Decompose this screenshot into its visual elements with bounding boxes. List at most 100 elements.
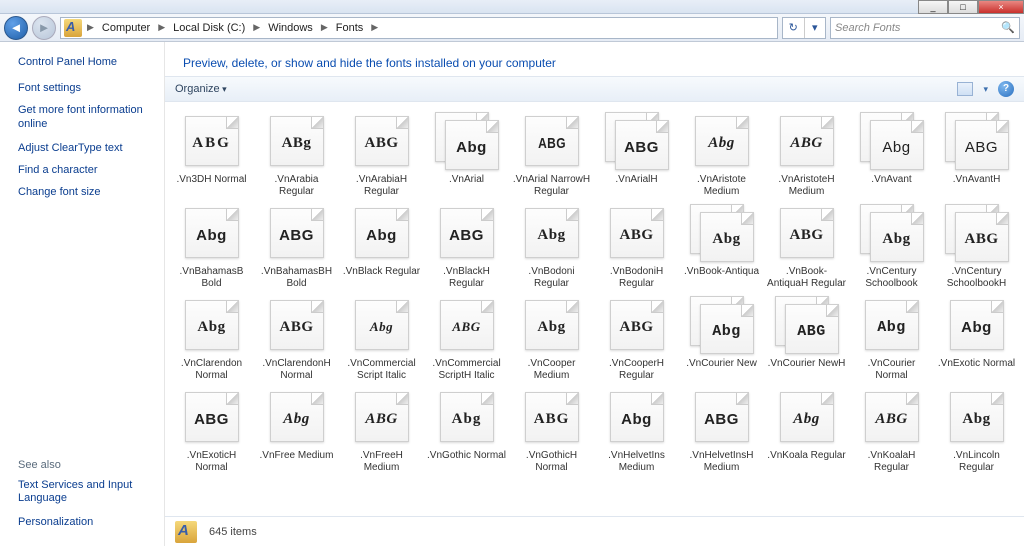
maximize-button[interactable]: □ bbox=[948, 0, 978, 14]
font-thumbnail: ABG bbox=[435, 296, 499, 354]
font-item[interactable]: ABG.VnCentury SchoolbookH bbox=[934, 204, 1019, 290]
breadcrumb-segment[interactable]: Local Disk (C:) bbox=[167, 18, 251, 38]
font-item[interactable]: Abg .VnCentury Schoolbook bbox=[849, 204, 934, 290]
font-name: .VnAristote Medium bbox=[679, 174, 764, 198]
breadcrumb-segment[interactable]: Computer bbox=[96, 18, 156, 38]
font-item[interactable]: ABG.VnBook-AntiquaH Regular bbox=[764, 204, 849, 290]
font-item[interactable]: ABG .VnBahamasBH Bold bbox=[254, 204, 339, 290]
font-item[interactable]: ABg.VnArabia Regular bbox=[254, 112, 339, 198]
font-thumbnail: Abg bbox=[435, 388, 499, 446]
font-item[interactable]: ABG.VnCourier NewH bbox=[764, 296, 849, 382]
refresh-button[interactable]: ↻ bbox=[783, 18, 805, 38]
font-name: .VnArial NarrowH Regular bbox=[509, 174, 594, 198]
font-item[interactable]: ABG.VnAristoteH Medium bbox=[764, 112, 849, 198]
font-thumbnail: Abg bbox=[690, 296, 754, 354]
font-item[interactable]: Abg.VnAristote Medium bbox=[679, 112, 764, 198]
font-item[interactable]: ABG.VnKoalaH Regular bbox=[849, 388, 934, 474]
font-item[interactable]: Abg.VnExotic Normal bbox=[934, 296, 1019, 382]
font-name: .VnCentury Schoolbook bbox=[849, 266, 934, 290]
font-item[interactable]: ABG.VnAvantH bbox=[934, 112, 1019, 198]
font-item[interactable]: ABG.VnArialH bbox=[594, 112, 679, 198]
font-name: .VnCourier Normal bbox=[849, 358, 934, 382]
view-dropdown-icon[interactable]: ▾ bbox=[983, 84, 988, 95]
font-item[interactable]: ABG.VnHelvetInsH Medium bbox=[679, 388, 764, 474]
minimize-button[interactable]: _ bbox=[918, 0, 948, 14]
font-item[interactable]: Abg .VnCommercial Script Italic bbox=[339, 296, 424, 382]
font-item[interactable]: Abg.VnKoala Regular bbox=[764, 388, 849, 474]
sidebar-link[interactable]: Change font size bbox=[18, 186, 154, 198]
font-name: .VnBahamasBH Bold bbox=[254, 266, 339, 290]
close-button[interactable]: × bbox=[978, 0, 1024, 14]
chevron-right-icon[interactable]: ▶ bbox=[369, 22, 380, 33]
font-item[interactable]: ABG.VnClarendonH Normal bbox=[254, 296, 339, 382]
see-also-link[interactable]: Text Services and Input Language bbox=[18, 479, 154, 507]
font-name: .VnFree Medium bbox=[254, 450, 339, 462]
forward-button[interactable]: ► bbox=[32, 16, 56, 40]
search-input[interactable]: Search Fonts 🔍 bbox=[830, 17, 1020, 39]
help-button[interactable]: ? bbox=[998, 81, 1014, 97]
chevron-right-icon[interactable]: ▶ bbox=[251, 22, 262, 33]
see-also-link[interactable]: Personalization bbox=[18, 516, 154, 528]
sidebar-link[interactable]: Get more font information online bbox=[18, 104, 154, 132]
font-item[interactable]: ABG.VnArial NarrowH Regular bbox=[509, 112, 594, 198]
toolbar: Organize ▾ ? bbox=[165, 76, 1024, 102]
font-thumbnail: Abg bbox=[350, 296, 414, 354]
font-thumbnail: ABG bbox=[265, 204, 329, 262]
page-heading: Preview, delete, or show and hide the fo… bbox=[165, 42, 1024, 76]
organize-menu[interactable]: Organize bbox=[175, 83, 227, 95]
chevron-right-icon[interactable]: ▶ bbox=[156, 22, 167, 33]
font-thumbnail: Abg bbox=[350, 204, 414, 262]
font-item[interactable]: Abg.VnBodoni Regular bbox=[509, 204, 594, 290]
sidebar: Control Panel Home Font settings Get more… bbox=[0, 42, 165, 546]
search-icon[interactable]: 🔍 bbox=[1001, 21, 1015, 34]
font-item[interactable]: ABG.VnArabiaH Regular bbox=[339, 112, 424, 198]
font-name: .VnHelvetIns Medium bbox=[594, 450, 679, 474]
font-item[interactable]: Abg.VnArial bbox=[424, 112, 509, 198]
font-item[interactable]: ABG.VnCooperH Regular bbox=[594, 296, 679, 382]
font-item[interactable]: ABG.VnFreeH Medium bbox=[339, 388, 424, 474]
view-options-button[interactable] bbox=[957, 82, 973, 96]
font-thumbnail: Abg bbox=[860, 204, 924, 262]
font-thumbnail: ABG bbox=[775, 112, 839, 170]
font-item[interactable]: ABG.VnCommercial ScriptH Italic bbox=[424, 296, 509, 382]
sidebar-link[interactable]: Adjust ClearType text bbox=[18, 142, 154, 154]
font-name: .VnCourier New bbox=[679, 358, 764, 370]
font-thumbnail: Abg bbox=[860, 112, 924, 170]
see-also-heading: See also bbox=[18, 459, 154, 471]
chevron-right-icon[interactable]: ▶ bbox=[85, 22, 96, 33]
font-name: .VnCommercial Script Italic bbox=[339, 358, 424, 382]
font-item[interactable]: ABG.VnGothicH Normal bbox=[509, 388, 594, 474]
font-item[interactable]: Abg.VnBook-Antiqua bbox=[679, 204, 764, 290]
sidebar-link[interactable]: Font settings bbox=[18, 82, 154, 94]
font-thumbnail: ABG bbox=[520, 388, 584, 446]
font-item[interactable]: ABG.VnBodoniH Regular bbox=[594, 204, 679, 290]
font-item[interactable]: Abg.VnLincoln Regular bbox=[934, 388, 1019, 474]
breadcrumb-segment[interactable]: Windows bbox=[262, 18, 319, 38]
font-name: .VnArial bbox=[424, 174, 509, 186]
control-panel-home-link[interactable]: Control Panel Home bbox=[18, 56, 154, 68]
font-thumbnail: ABg bbox=[265, 112, 329, 170]
font-item[interactable]: Abg.VnCourier Normal bbox=[849, 296, 934, 382]
font-thumbnail: Abg bbox=[605, 388, 669, 446]
font-item[interactable]: Abg.VnBahamasB Bold bbox=[169, 204, 254, 290]
sidebar-link[interactable]: Find a character bbox=[18, 164, 154, 176]
font-item[interactable]: ABG.Vn3DH Normal bbox=[169, 112, 254, 198]
font-item[interactable]: Abg.VnAvant bbox=[849, 112, 934, 198]
breadcrumb-segment[interactable]: Fonts bbox=[330, 18, 370, 38]
back-button[interactable]: ◄ bbox=[4, 16, 28, 40]
font-item[interactable]: Abg.VnClarendon Normal bbox=[169, 296, 254, 382]
font-item[interactable]: Abg .VnBlack Regular bbox=[339, 204, 424, 290]
font-item[interactable]: ABG.VnExoticH Normal bbox=[169, 388, 254, 474]
font-name: .VnBlack Regular bbox=[339, 266, 424, 278]
font-thumbnail: ABG bbox=[860, 388, 924, 446]
chevron-right-icon[interactable]: ▶ bbox=[319, 22, 330, 33]
font-item[interactable]: Abg.VnCooper Medium bbox=[509, 296, 594, 382]
font-item[interactable]: Abg.VnFree Medium bbox=[254, 388, 339, 474]
font-item[interactable]: ABG.VnBlackH Regular bbox=[424, 204, 509, 290]
font-item[interactable]: Abg .VnHelvetIns Medium bbox=[594, 388, 679, 474]
font-thumbnail: ABG bbox=[605, 204, 669, 262]
font-item[interactable]: Abg .VnCourier New bbox=[679, 296, 764, 382]
breadcrumb[interactable]: ▶ Computer ▶ Local Disk (C:) ▶ Windows ▶… bbox=[60, 17, 778, 39]
history-dropdown-button[interactable]: ▾ bbox=[805, 18, 826, 38]
font-item[interactable]: Abg.VnGothic Normal bbox=[424, 388, 509, 474]
